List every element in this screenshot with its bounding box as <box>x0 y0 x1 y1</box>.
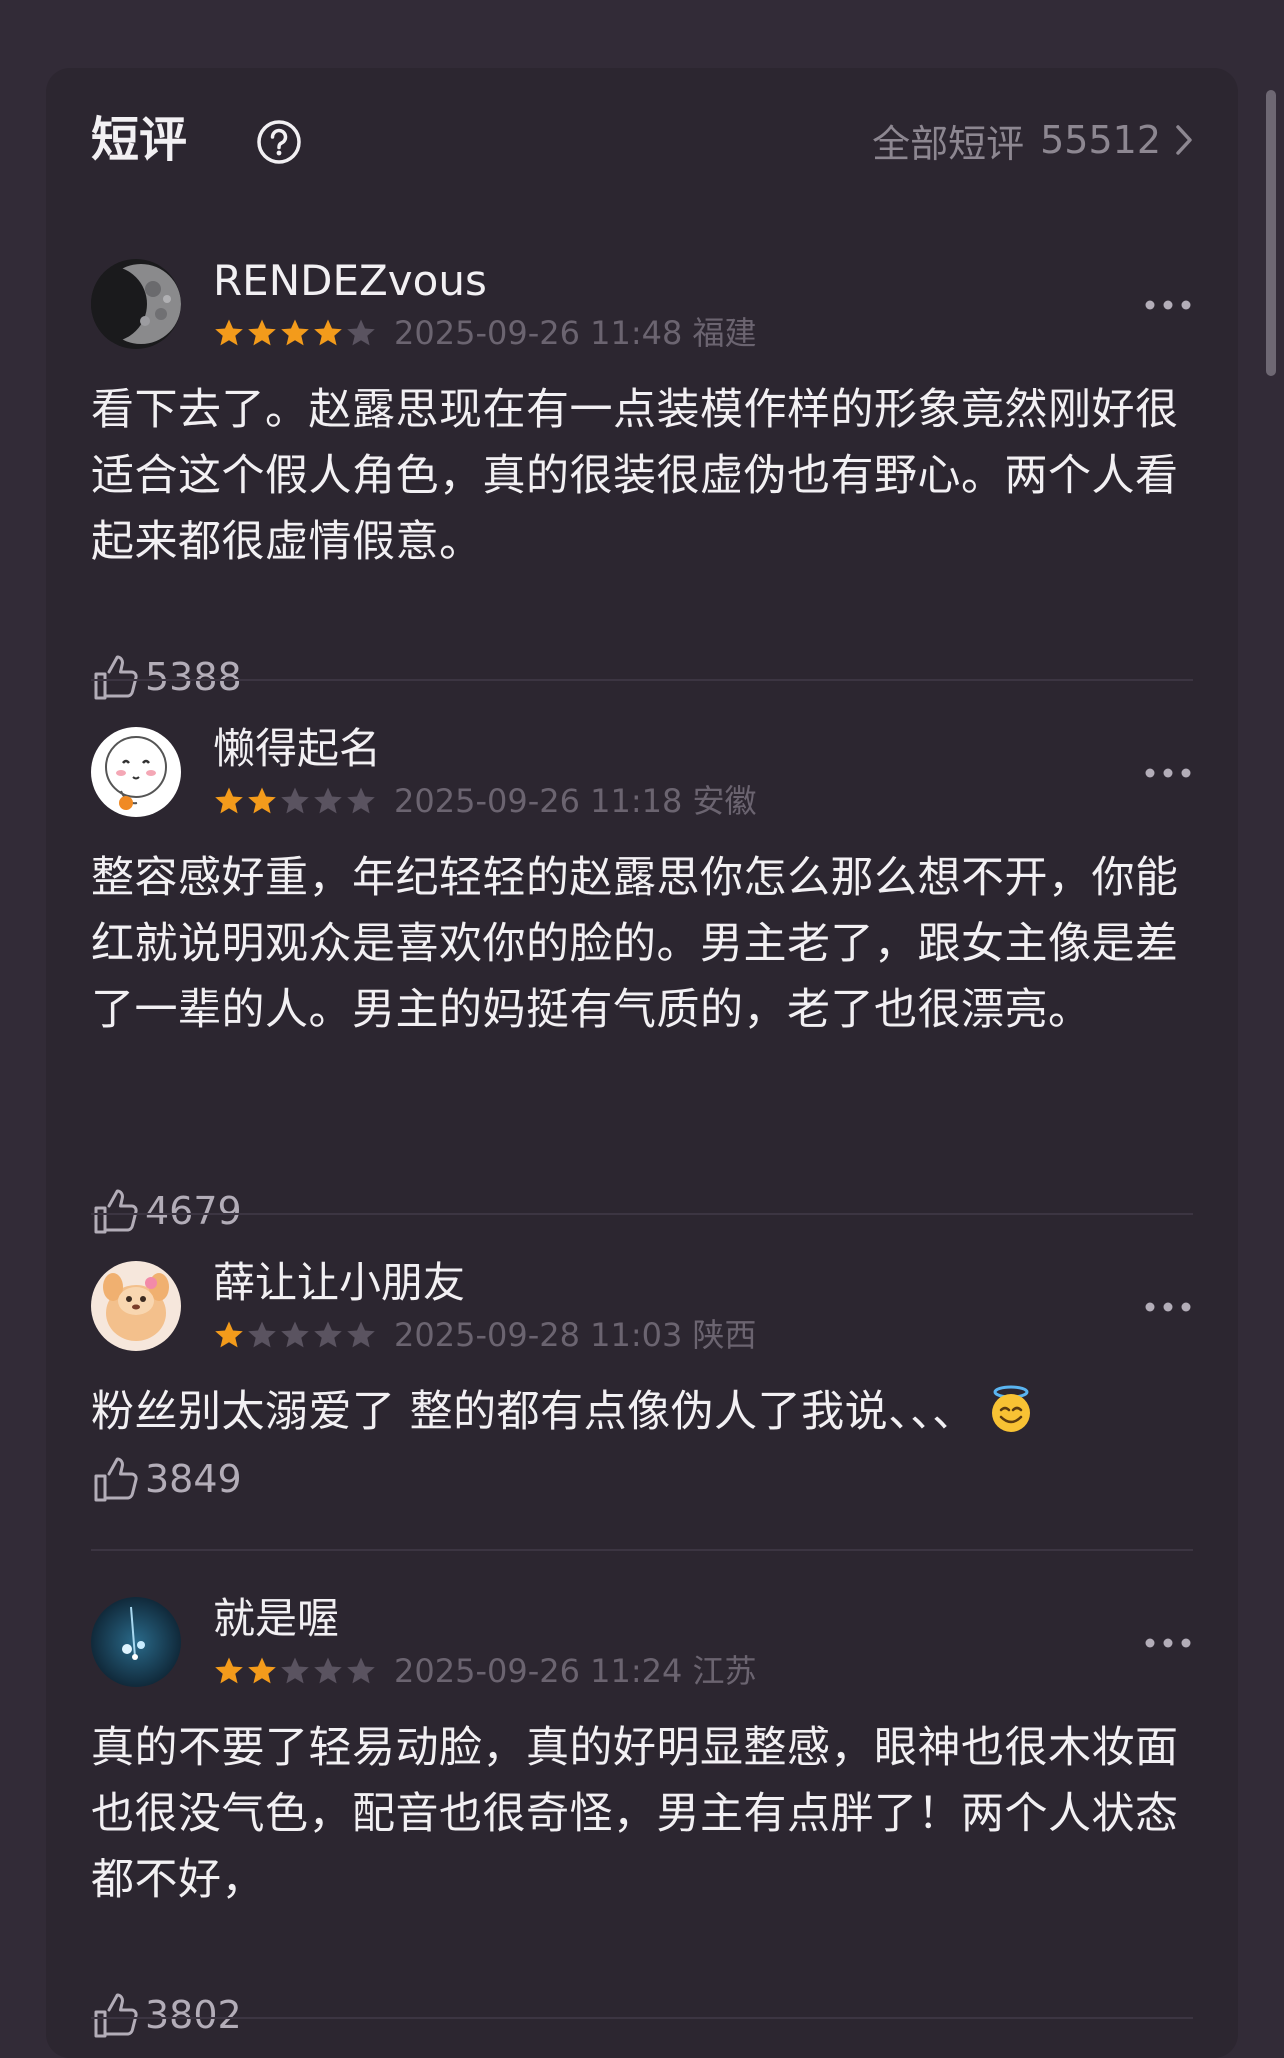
review-timestamp: 2025-09-28 11:03 陕西 <box>394 1316 757 1354</box>
review-meta: 2025-09-28 11:03 陕西 <box>213 1317 757 1353</box>
star-filled-icon <box>314 319 342 346</box>
thumbs-up-icon <box>94 655 138 700</box>
star-empty-icon <box>347 319 375 346</box>
thumbs-up-icon <box>94 1993 138 2038</box>
like-button[interactable]: 5388 <box>91 649 242 705</box>
review-meta: 2025-09-26 11:48 福建 <box>213 315 757 351</box>
review-timestamp: 2025-09-26 11:24 江苏 <box>394 1652 757 1690</box>
rating-stars <box>213 1655 378 1687</box>
avatar[interactable] <box>91 727 181 817</box>
scrollbar[interactable] <box>1266 90 1276 376</box>
chevron-right-icon <box>1176 125 1192 155</box>
thumbs-up-icon <box>94 1189 138 1234</box>
avatar[interactable] <box>91 1261 181 1351</box>
rating-stars <box>213 317 378 349</box>
username[interactable]: 懒得起名 <box>213 721 381 777</box>
like-count: 4679 <box>145 1189 242 1233</box>
section-header: 短评 全部短评 55512 <box>91 108 1193 172</box>
review-text-wrap: 粉丝别太溺爱了 整的都有点像伪人了我说、、、 <box>91 1379 1193 1445</box>
avatar[interactable] <box>91 1597 181 1687</box>
review-meta: 2025-09-26 11:18 安徽 <box>213 783 757 819</box>
star-empty-icon <box>347 1321 375 1348</box>
all-reviews-link[interactable]: 全部短评 55512 <box>872 108 1193 172</box>
username[interactable]: 薛让让小朋友 <box>213 1255 465 1311</box>
review-timestamp: 2025-09-26 11:48 福建 <box>394 314 757 352</box>
like-count: 3802 <box>145 1993 242 2037</box>
review-text: 看下去了。赵露思现在有一点装模作样的形象竟然刚好很适合这个假人角色，真的很装很虚… <box>91 385 1179 567</box>
more-options-icon[interactable] <box>1143 1633 1193 1653</box>
help-icon[interactable] <box>255 118 303 166</box>
star-filled-icon <box>248 1657 276 1684</box>
star-filled-icon <box>248 787 276 814</box>
star-filled-icon <box>248 319 276 346</box>
like-button[interactable]: 4679 <box>91 1183 242 1239</box>
like-button[interactable]: 3849 <box>91 1451 242 1507</box>
review-meta: 2025-09-26 11:24 江苏 <box>213 1653 757 1689</box>
divider <box>91 1213 1193 1215</box>
section-title: 短评 <box>91 112 188 168</box>
star-empty-icon <box>314 1321 342 1348</box>
divider <box>91 679 1193 681</box>
star-empty-icon <box>347 1657 375 1684</box>
all-reviews-count: 55512 <box>1040 118 1161 162</box>
star-empty-icon <box>314 787 342 814</box>
username[interactable]: 就是喔 <box>213 1591 339 1647</box>
rating-stars <box>213 1319 378 1351</box>
star-filled-icon <box>215 787 243 814</box>
avatar[interactable] <box>91 259 181 349</box>
star-empty-icon <box>347 787 375 814</box>
username[interactable]: RENDEZvous <box>213 253 487 309</box>
review-text: 真的不要了轻易动脸，真的好明显整感，眼神也很木妆面也很没气色，配音也很奇怪，男主… <box>91 1723 1179 1905</box>
star-empty-icon <box>281 787 309 814</box>
divider <box>91 2017 1193 2019</box>
review-text: 粉丝别太溺爱了 整的都有点像伪人了我说、、、 <box>91 1387 976 1437</box>
star-filled-icon <box>215 1657 243 1684</box>
thumbs-up-icon <box>94 1457 138 1502</box>
star-filled-icon <box>281 319 309 346</box>
divider <box>91 1549 1193 1551</box>
star-filled-icon <box>215 319 243 346</box>
star-filled-icon <box>215 1321 243 1348</box>
more-options-icon[interactable] <box>1143 295 1193 315</box>
all-reviews-label: 全部短评 <box>872 121 1025 166</box>
review-text: 整容感好重，年纪轻轻的赵露思你怎么那么想不开，你能红就说明观众是喜欢你的脸的。男… <box>91 853 1179 1035</box>
star-empty-icon <box>281 1321 309 1348</box>
more-options-icon[interactable] <box>1143 1297 1193 1317</box>
like-count: 3849 <box>145 1457 242 1501</box>
like-count: 5388 <box>145 655 242 699</box>
star-empty-icon <box>281 1657 309 1684</box>
short-review-card: 短评 全部短评 55512 RENDEZvous 2025-09-26 11:4… <box>46 68 1238 2058</box>
more-options-icon[interactable] <box>1143 763 1193 783</box>
rating-stars <box>213 785 378 817</box>
star-empty-icon <box>248 1321 276 1348</box>
like-button[interactable]: 3802 <box>91 1987 242 2043</box>
smiling-face-with-halo-icon <box>991 1385 1030 1432</box>
review-timestamp: 2025-09-26 11:18 安徽 <box>394 782 757 820</box>
star-empty-icon <box>314 1657 342 1684</box>
